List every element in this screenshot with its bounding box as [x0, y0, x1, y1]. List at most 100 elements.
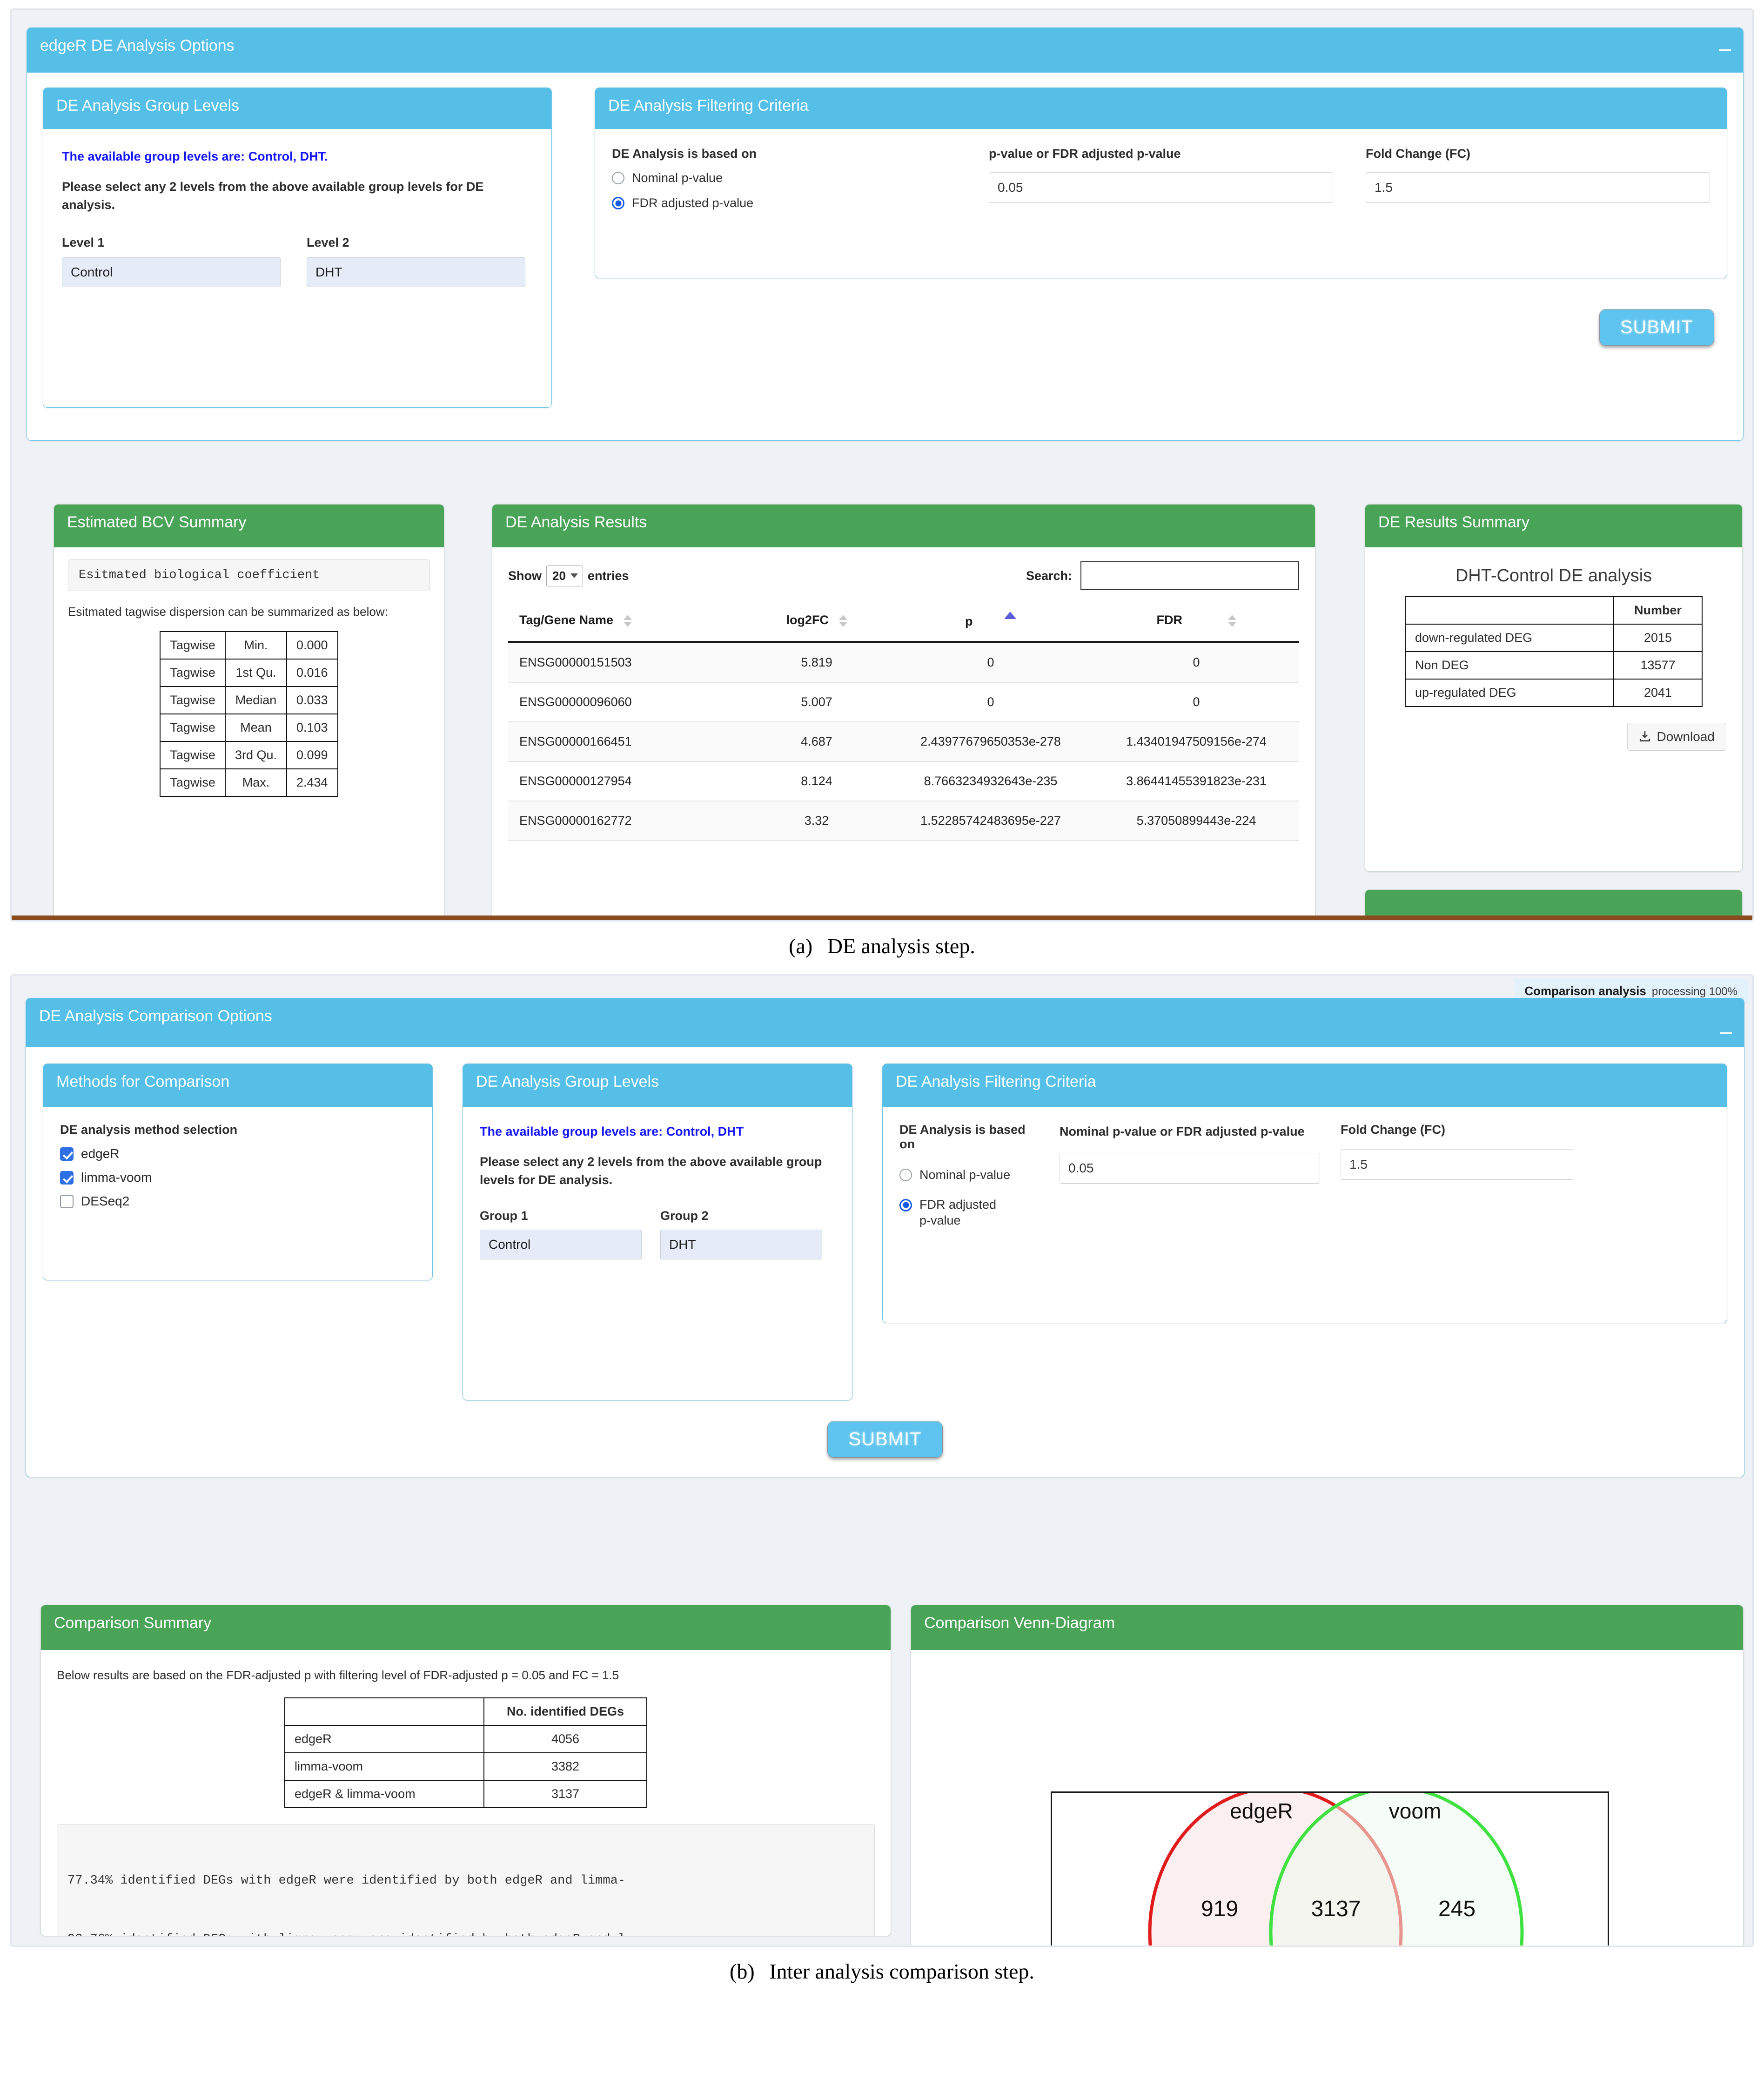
pvalue-input[interactable]: 0.05 [1060, 1153, 1320, 1184]
de-results-tbody: ENSG00000151503 5.819 0 0 ENSG0000009606… [508, 642, 1299, 841]
level2-select[interactable]: DHT [307, 257, 525, 288]
summary-value: 13577 [1613, 651, 1703, 680]
table-row: ENSG00000166451 4.687 2.43977679650353e-… [508, 722, 1299, 762]
de-results-table: Tag/Gene Name log2FC p FDR ENSG000001515… [508, 599, 1299, 841]
summary-blank-header [1405, 596, 1614, 625]
checkbox-deseq2[interactable]: DESeq2 [60, 1195, 416, 1208]
col-tag-gene-name[interactable]: Tag/Gene Name [508, 599, 745, 643]
radio-fdr-pvalue[interactable]: FDR adjusted p-value [899, 1197, 1039, 1229]
venn-title: Comparison Venn-Diagram [924, 1614, 1115, 1632]
cell-gene: ENSG00000166451 [508, 722, 745, 762]
comparison-summary-description: Below results are based on the FDR-adjus… [57, 1668, 619, 1682]
table-row: limma-voom 3382 [284, 1752, 647, 1781]
fold-change-input[interactable]: 1.5 [1366, 172, 1710, 203]
methods-for-comparison-panel: Methods for Comparison DE analysis metho… [43, 1064, 433, 1280]
cell-gene: ENSG00000096060 [508, 682, 745, 722]
search-input[interactable] [1080, 561, 1299, 590]
cell-log2fc: 3.32 [745, 801, 888, 841]
venn-diagram-svg: edgeR voom 919 3137 245 [1148, 1793, 1524, 1945]
checkbox-unchecked-icon [60, 1195, 74, 1208]
bcv-cell: 1st Qu. [224, 658, 288, 687]
summary-label: Non DEG [1405, 651, 1614, 680]
cell-fdr: 0 [1093, 642, 1299, 683]
cell-log2fc: 5.819 [745, 642, 888, 683]
entries-label: entries [587, 568, 629, 583]
figure-b-caption-label: (b) [730, 1959, 755, 1983]
collapse-minus-icon[interactable] [1719, 49, 1731, 51]
cell-fdr: 0 [1093, 682, 1299, 722]
edger-de-analysis-options-panel: edgeR DE Analysis Options DE Analysis Gr… [27, 27, 1744, 441]
submit-button[interactable]: SUBMIT [827, 1421, 943, 1458]
download-button[interactable]: Download [1627, 723, 1726, 751]
radio-nominal-label: Nominal p-value [919, 1168, 1011, 1182]
submit-button[interactable]: SUBMIT [1599, 309, 1714, 346]
collapse-minus-icon[interactable] [1720, 1032, 1732, 1034]
filtering-title: DE Analysis Filtering Criteria [608, 97, 809, 114]
group1-select[interactable]: Control [480, 1230, 642, 1260]
bcv-verbatim: Esitmated biological coefficient [68, 559, 430, 591]
fold-change-label: Fold Change (FC) [1341, 1123, 1445, 1137]
radio-circle-selected-icon [612, 197, 624, 210]
bcv-cell: 3rd Qu. [224, 740, 288, 769]
table-row: ENSG00000096060 5.007 0 0 [508, 682, 1299, 722]
download-label: Download [1657, 729, 1715, 744]
de-results-summary-table: Number down-regulated DEG 2015 Non DEG 1… [1405, 596, 1703, 707]
col-fdr[interactable]: FDR [1093, 599, 1299, 643]
cell-gene: ENSG00000151503 [508, 642, 745, 683]
entries-select-value: 20 [552, 568, 566, 583]
radio-fdr-pvalue[interactable]: FDR adjusted p-value [612, 195, 956, 211]
summary-tbody: down-regulated DEG 2015 Non DEG 13577 up… [1405, 624, 1703, 707]
col-label: log2FC [786, 613, 829, 627]
table-row: edgeR & limma-voom 3137 [284, 1779, 647, 1808]
available-group-levels-text: The available group levels are: Control,… [480, 1124, 744, 1138]
filtering-header: DE Analysis Filtering Criteria [595, 88, 1727, 129]
table-row: Tagwise Mean 0.103 [160, 713, 338, 742]
comparison-method: edgeR [284, 1724, 484, 1753]
cell-p: 0 [888, 682, 1093, 722]
table-header-row: Number [1405, 596, 1703, 625]
bcv-cell: 0.000 [286, 631, 338, 660]
table-row: Tagwise 1st Qu. 0.016 [160, 658, 338, 687]
entries-select[interactable]: 20 [546, 565, 583, 586]
de-analysis-group-levels-panel: DE Analysis Group Levels The available g… [43, 88, 552, 408]
based-on-label: DE Analysis is based on [899, 1123, 1026, 1151]
checkbox-limma-voom[interactable]: limma-voom [60, 1171, 416, 1185]
search-label: Search: [1026, 568, 1072, 583]
col-log2fc[interactable]: log2FC [745, 599, 888, 643]
level1-select[interactable]: Control [62, 257, 281, 288]
pvalue-input[interactable]: 0.05 [989, 172, 1333, 203]
comparison-degs-header: No. identified DEGs [483, 1697, 647, 1726]
cell-fdr: 5.37050899443e-224 [1093, 801, 1299, 841]
method-selection-label: DE analysis method selection [60, 1123, 238, 1137]
checkbox-label: DESeq2 [81, 1194, 130, 1208]
comparison-blank-header [284, 1697, 484, 1726]
comparison-summary-table: No. identified DEGs edgeR 4056 limma-voo… [284, 1697, 647, 1808]
radio-circle-selected-icon [899, 1198, 912, 1212]
cell-log2fc: 4.687 [745, 722, 888, 762]
comparison-count: 3382 [483, 1752, 647, 1781]
table-row: ENSG00000151503 5.819 0 0 [508, 642, 1299, 683]
venn-left-label: edgeR [1230, 1799, 1293, 1823]
group-levels-title: DE Analysis Group Levels [56, 97, 240, 114]
radio-nominal-pvalue[interactable]: Nominal p-value [612, 170, 956, 186]
figure-a-caption-label: (a) [789, 934, 813, 958]
sort-ascending-icon [1004, 612, 1016, 619]
checkbox-edger[interactable]: edgeR [60, 1147, 416, 1161]
table-row: ENSG00000162772 3.32 1.52285742483695e-2… [508, 801, 1299, 841]
summary-thead: Number [1405, 596, 1703, 625]
group2-select[interactable]: DHT [660, 1230, 822, 1260]
panel-header: edgeR DE Analysis Options [27, 28, 1743, 73]
fold-change-input[interactable]: 1.5 [1341, 1149, 1573, 1180]
checkbox-label: limma-voom [81, 1170, 152, 1185]
group-levels-instruction: Please select any 2 levels from the abov… [480, 1155, 822, 1187]
bcv-cell: Tagwise [160, 768, 226, 797]
group-levels-header: DE Analysis Group Levels [43, 88, 551, 129]
col-label: p [965, 614, 973, 628]
summary-subtitle: DHT-Control DE analysis [1455, 566, 1652, 586]
bcv-cell: Median [224, 686, 288, 714]
radio-nominal-pvalue[interactable]: Nominal p-value [899, 1167, 1039, 1183]
radio-circle-icon [612, 172, 624, 185]
col-p[interactable]: p [888, 599, 1093, 643]
estimated-bcv-summary-panel: Estimated BCV Summary Esitmated biologic… [54, 504, 444, 920]
table-row: edgeR 4056 [284, 1724, 647, 1753]
